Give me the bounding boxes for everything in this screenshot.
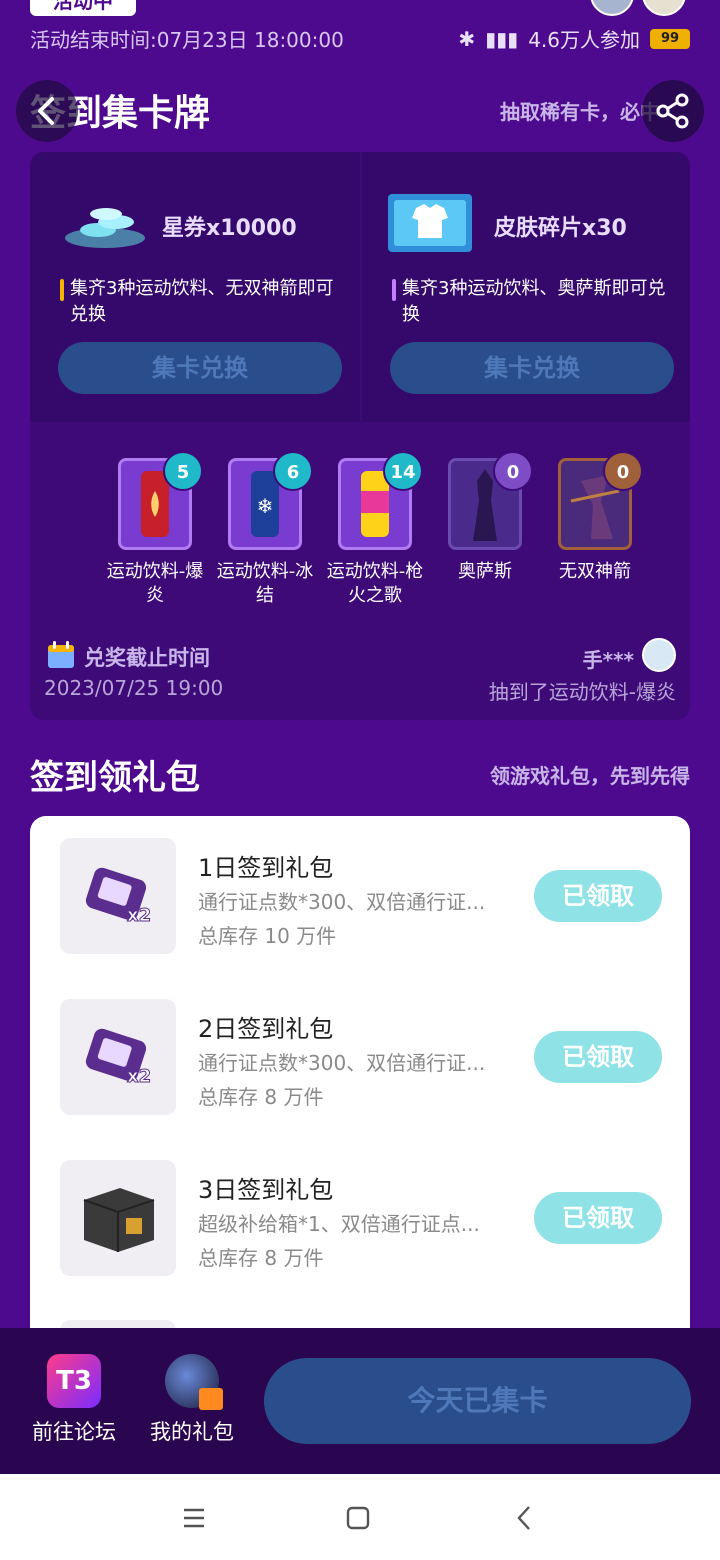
reward-condition: 集齐3种运动饮料、奥萨斯即可兑换 [392, 276, 682, 328]
reward-name: 皮肤碎片x30 [494, 216, 627, 241]
hero-archer-icon: 0 [558, 451, 643, 550]
reward-item-star-coupon: 星券x10000 集齐3种运动饮料、无双神箭即可兑换 集卡兑换 [30, 152, 360, 422]
card-name: 奥萨斯 [458, 561, 512, 582]
collect-today-button[interactable]: 今天已集卡 [264, 1358, 691, 1444]
card-count-badge: 14 [383, 451, 423, 491]
chevron-left-icon [38, 97, 54, 125]
svg-text:x2: x2 [127, 905, 151, 926]
winner-message: 抽到了运动饮料-爆炎 [488, 680, 676, 704]
activity-end-time: 活动结束时间:07月23日 18:00:00 [30, 28, 344, 52]
activity-status-chip-label: 活动中 [53, 0, 113, 13]
card-name: 运动饮料-爆炎 [106, 561, 204, 606]
status-right: ✱ ▮▮▮ 4.6万人参加 99 [458, 24, 690, 53]
forum-label: 前往论坛 [32, 1420, 116, 1444]
exchange-button[interactable]: 集卡兑换 [390, 342, 674, 394]
back-button[interactable] [16, 80, 78, 142]
gift-description: 超级补给箱*1、双倍通行证点... [198, 1212, 480, 1236]
skin-fragment-icon [388, 194, 472, 252]
avatar [642, 638, 676, 672]
signal-icon: ▮▮▮ [485, 26, 519, 51]
deadline-date: 2023/07/25 19:00 [44, 676, 224, 700]
share-button[interactable] [642, 80, 704, 142]
section-title: 签到领礼包 [30, 758, 200, 798]
deadline-label: 兑奖截止时间 [84, 646, 210, 670]
exchange-button[interactable]: 集卡兑换 [58, 342, 342, 394]
card-collection-panel: 星券x10000 集齐3种运动饮料、无双神箭即可兑换 集卡兑换 皮肤碎片x30 … [30, 152, 690, 720]
gift-description: 通行证点数*300、双倍通行证... [198, 1051, 486, 1075]
star-coupon-icon [65, 208, 145, 248]
card-item-gunfire-drink[interactable]: 14 运动饮料-枪火之歌 [320, 451, 430, 608]
home-icon[interactable] [338, 1500, 378, 1536]
card-x2-icon: x2 [60, 838, 176, 954]
my-gift-avatar-icon [165, 1354, 223, 1410]
battery-icon: 99 [650, 28, 690, 49]
card-item-blaze-drink[interactable]: 5 运动饮料-爆炎 [100, 451, 210, 608]
forum-link[interactable]: T3 前往论坛 [24, 1354, 124, 1446]
hero-osas-icon: 0 [448, 451, 533, 550]
gift-name: 2日签到礼包 [198, 1015, 334, 1043]
card-item-matchless-arrow[interactable]: 0 无双神箭 [540, 451, 650, 584]
page-header: 签到集卡牌 抽取稀有卡，必中 [0, 78, 720, 142]
t3-forum-icon: T3 [47, 1354, 101, 1408]
deadline-row: 兑奖截止时间 2023/07/25 19:00 手*** 抽到了运动饮料-爆炎 [30, 638, 690, 708]
list-item: x2 2日签到礼包 通行证点数*300、双倍通行证... 总库存 8 万件 已领… [30, 999, 690, 1119]
svg-text:❄: ❄ [257, 494, 274, 518]
status-icons: ✱ ▮▮▮ 4.6万人参加 99 [458, 24, 690, 53]
header-subtitle: 抽取稀有卡，必中 [500, 100, 660, 124]
participant-avatars [590, 0, 690, 16]
card-x2-icon: x2 [60, 999, 176, 1115]
participants-count: 4.6万人参加 [528, 28, 640, 52]
menu-icon[interactable] [174, 1500, 214, 1536]
reward-condition: 集齐3种运动饮料、无双神箭即可兑换 [60, 276, 350, 328]
reward-name: 星券x10000 [162, 216, 297, 241]
drink-can-blue-icon: ❄ 6 [228, 451, 313, 550]
supply-box-icon [60, 1160, 176, 1276]
share-icon [656, 93, 689, 129]
claimed-button[interactable]: 已领取 [534, 1192, 662, 1244]
card-name: 运动饮料-枪火之歌 [326, 561, 424, 606]
card-count-badge: 0 [493, 451, 533, 491]
gift-stock: 总库存 8 万件 [198, 1246, 324, 1270]
status-bar: 活动结束时间:07月23日 18:00:00 ✱ ▮▮▮ 4.6万人参加 99 [0, 22, 720, 58]
my-gifts-label: 我的礼包 [150, 1420, 234, 1444]
bluetooth-icon: ✱ [458, 26, 476, 51]
card-count-badge: 0 [603, 451, 643, 491]
claimed-button[interactable]: 已领取 [534, 1031, 662, 1083]
gift-name: 1日签到礼包 [198, 854, 334, 882]
card-count-badge: 6 [273, 451, 313, 491]
winner-username: 手*** [582, 648, 634, 672]
list-item: 3日签到礼包 超级补给箱*1、双倍通行证点... 总库存 8 万件 已领取 [30, 1160, 690, 1280]
gift-stock: 总库存 10 万件 [198, 924, 337, 948]
gift-name: 3日签到礼包 [198, 1176, 334, 1204]
gift-description: 通行证点数*300、双倍通行证... [198, 890, 486, 914]
svg-text:x2: x2 [127, 1066, 151, 1087]
gift-list: x2 1日签到礼包 通行证点数*300、双倍通行证... 总库存 10 万件 已… [30, 816, 690, 1346]
drink-can-yellow-icon: 14 [338, 451, 423, 550]
system-navigation-bar [0, 1474, 720, 1560]
calendar-icon [48, 641, 74, 668]
reward-item-skin-fragment: 皮肤碎片x30 集齐3种运动饮料、奥萨斯即可兑换 集卡兑换 [360, 152, 690, 422]
claimed-button[interactable]: 已领取 [534, 870, 662, 922]
card-count-badge: 5 [163, 451, 203, 491]
gift-stock: 总库存 8 万件 [198, 1085, 324, 1109]
my-gifts-link[interactable]: 我的礼包 [142, 1354, 242, 1446]
list-item: x2 1日签到礼包 通行证点数*300、双倍通行证... 总库存 10 万件 已… [30, 838, 690, 958]
card-name: 运动饮料-冰结 [216, 561, 314, 606]
drink-can-red-icon: 5 [118, 451, 203, 550]
activity-status-chip: 活动中 [30, 0, 136, 16]
card-item-frost-drink[interactable]: ❄ 6 运动饮料-冰结 [210, 451, 320, 608]
back-nav-icon[interactable] [504, 1500, 544, 1536]
card-item-osas[interactable]: 0 奥萨斯 [430, 451, 540, 584]
bottom-action-bar: T3 前往论坛 我的礼包 今天已集卡 [0, 1328, 720, 1474]
card-name: 无双神箭 [559, 561, 631, 582]
card-list: 5 运动饮料-爆炎 ❄ 6 运动饮料-冰结 14 运动饮料-枪火之歌 0 奥萨斯 [100, 451, 660, 608]
section-subtitle: 领游戏礼包，先到先得 [490, 764, 690, 788]
reward-list: 星券x10000 集齐3种运动饮料、无双神箭即可兑换 集卡兑换 皮肤碎片x30 … [30, 152, 690, 422]
